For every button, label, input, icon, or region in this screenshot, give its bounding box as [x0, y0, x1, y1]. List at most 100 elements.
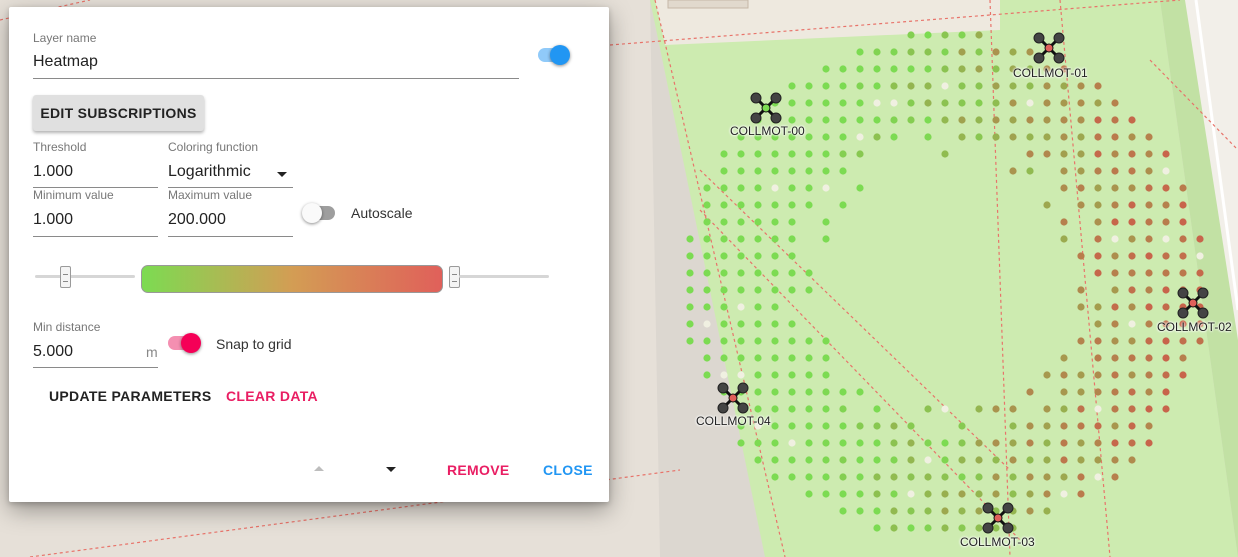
heatmap-sample-dot: [1162, 371, 1170, 379]
heatmap-sample-dot: [890, 456, 898, 464]
heatmap-sample-dot: [788, 252, 796, 260]
drone-label[interactable]: COLLMOT-00: [730, 124, 805, 138]
heatmap-sample-dot: [1077, 405, 1085, 413]
heatmap-sample-dot: [703, 303, 711, 311]
heatmap-sample-dot: [856, 507, 864, 515]
heatmap-sample-dot: [1162, 354, 1170, 362]
heatmap-sample-dot: [873, 405, 881, 413]
heatmap-sample-dot: [1128, 116, 1136, 124]
drone-label[interactable]: COLLMOT-04: [696, 414, 771, 428]
min-distance-input[interactable]: 5.000: [33, 343, 73, 361]
clear-data-button[interactable]: CLEAR DATA: [226, 388, 318, 404]
heatmap-sample-dot: [1077, 184, 1085, 192]
heatmap-sample-dot: [975, 524, 983, 532]
heatmap-sample-dot: [907, 31, 915, 39]
heatmap-sample-dot: [1094, 150, 1102, 158]
heatmap-sample-dot: [771, 405, 779, 413]
heatmap-sample-dot: [1060, 456, 1068, 464]
heatmap-sample-dot: [737, 235, 745, 243]
heatmap-sample-dot: [1111, 303, 1119, 311]
heatmap-sample-dot: [720, 354, 728, 362]
heatmap-sample-dot: [1043, 82, 1051, 90]
threshold-input[interactable]: 1.000: [33, 163, 73, 181]
autoscale-toggle[interactable]: [301, 201, 341, 225]
maximum-value-input[interactable]: 200.000: [168, 211, 226, 229]
heatmap-sample-dot: [788, 218, 796, 226]
heatmap-sample-dot: [890, 133, 898, 141]
edit-subscriptions-button[interactable]: EDIT SUBSCRIPTIONS: [33, 95, 204, 131]
heatmap-sample-dot: [822, 422, 830, 430]
move-layer-down-icon[interactable]: [386, 467, 396, 472]
heatmap-sample-dot: [1009, 439, 1017, 447]
heatmap-sample-dot: [1043, 439, 1051, 447]
layer-name-label: Layer name: [33, 31, 97, 45]
heatmap-sample-dot: [1111, 286, 1119, 294]
heatmap-sample-dot: [754, 371, 762, 379]
heatmap-sample-dot: [941, 65, 949, 73]
heatmap-sample-dot: [992, 405, 1000, 413]
move-layer-up-icon[interactable]: [314, 466, 324, 471]
heatmap-sample-dot: [839, 99, 847, 107]
heatmap-sample-dot: [1060, 218, 1068, 226]
heatmap-sample-dot: [788, 473, 796, 481]
heatmap-sample-dot: [822, 99, 830, 107]
heatmap-sample-dot: [1077, 337, 1085, 345]
heatmap-sample-dot: [1094, 354, 1102, 362]
heatmap-sample-dot: [737, 303, 745, 311]
heatmap-sample-dot: [992, 48, 1000, 56]
heatmap-sample-dot: [686, 320, 694, 328]
heatmap-sample-dot: [805, 422, 813, 430]
heatmap-sample-dot: [788, 184, 796, 192]
heatmap-sample-dot: [1111, 235, 1119, 243]
snap-to-grid-toggle[interactable]: [166, 331, 206, 355]
update-parameters-button[interactable]: UPDATE PARAMETERS: [49, 388, 211, 404]
minimum-value-input[interactable]: 1.000: [33, 211, 73, 229]
coloring-function-select[interactable]: Logarithmic: [168, 159, 293, 187]
heatmap-sample-dot: [1145, 303, 1153, 311]
toggle-thumb: [550, 45, 570, 65]
heatmap-sample-dot: [958, 507, 966, 515]
layer-name-input[interactable]: Heatmap: [33, 53, 98, 71]
range-slider-min-handle[interactable]: [60, 266, 71, 288]
min-distance-underline: [33, 367, 158, 368]
drone-label[interactable]: COLLMOT-02: [1157, 320, 1232, 334]
heatmap-sample-dot: [924, 48, 932, 56]
heatmap-sample-dot: [958, 116, 966, 124]
coloring-function-value: Logarithmic: [168, 163, 251, 180]
heatmap-sample-dot: [703, 269, 711, 277]
heatmap-sample-dot: [1043, 116, 1051, 124]
heatmap-sample-dot: [1077, 303, 1085, 311]
heatmap-sample-dot: [1145, 286, 1153, 294]
heatmap-sample-dot: [737, 252, 745, 260]
heatmap-sample-dot: [822, 65, 830, 73]
drone-label[interactable]: COLLMOT-01: [1013, 66, 1088, 80]
close-button[interactable]: CLOSE: [543, 462, 593, 478]
heatmap-sample-dot: [1026, 439, 1034, 447]
heatmap-sample-dot: [1111, 201, 1119, 209]
heatmap-sample-dot: [822, 82, 830, 90]
heatmap-sample-dot: [1111, 218, 1119, 226]
drone-label[interactable]: COLLMOT-03: [960, 535, 1035, 549]
heatmap-sample-dot: [1094, 218, 1102, 226]
heatmap-sample-dot: [1196, 269, 1204, 277]
remove-button[interactable]: REMOVE: [447, 462, 509, 478]
layer-settings-dialog: Layer name Heatmap EDIT SUBSCRIPTIONS Th…: [9, 7, 609, 502]
layer-visible-toggle[interactable]: [536, 43, 572, 67]
heatmap-sample-dot: [754, 235, 762, 243]
heatmap-sample-dot: [941, 456, 949, 464]
heatmap-sample-dot: [958, 99, 966, 107]
heatmap-sample-dot: [1111, 133, 1119, 141]
heatmap-sample-dot: [754, 456, 762, 464]
heatmap-sample-dot: [924, 99, 932, 107]
heatmap-sample-dot: [1145, 354, 1153, 362]
heatmap-sample-dot: [1077, 439, 1085, 447]
heatmap-sample-dot: [1128, 133, 1136, 141]
heatmap-sample-dot: [1077, 388, 1085, 396]
heatmap-sample-dot: [941, 82, 949, 90]
heatmap-sample-dot: [1094, 456, 1102, 464]
heatmap-sample-dot: [1128, 320, 1136, 328]
heatmap-sample-dot: [1128, 354, 1136, 362]
heatmap-sample-dot: [924, 473, 932, 481]
heatmap-sample-dot: [856, 150, 864, 158]
heatmap-sample-dot: [873, 99, 881, 107]
